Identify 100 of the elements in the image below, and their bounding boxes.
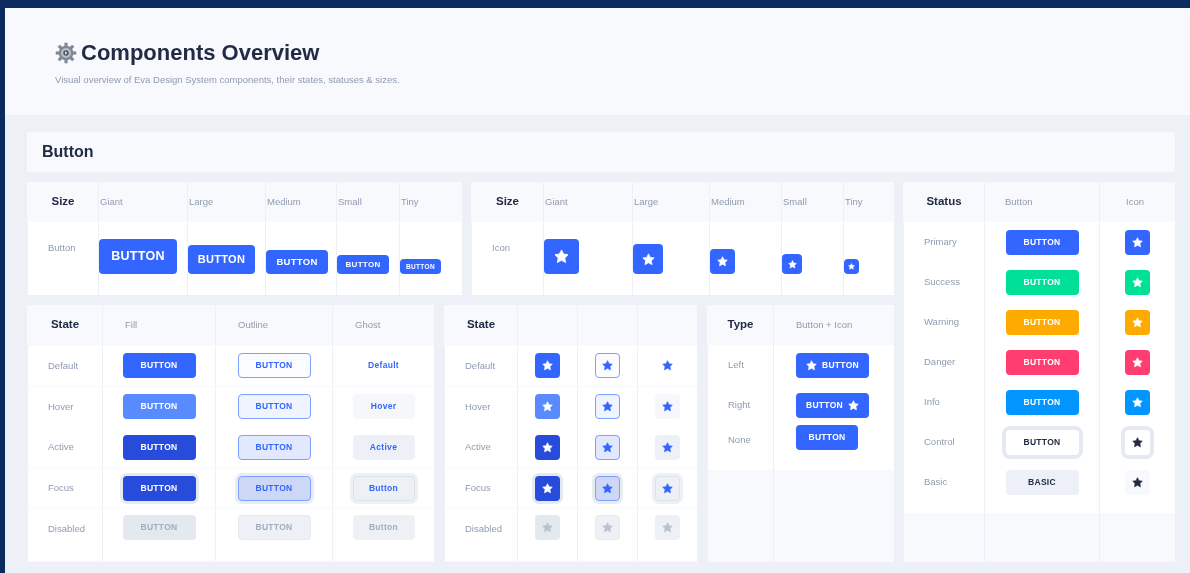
row-label: Active xyxy=(27,427,102,468)
page-title: Components Overview xyxy=(81,39,320,67)
button[interactable]: BUTTON xyxy=(796,352,869,378)
star-icon xyxy=(717,256,728,267)
star-button[interactable] xyxy=(535,394,560,420)
button[interactable]: BUTTON xyxy=(188,245,255,274)
star-icon xyxy=(662,442,673,453)
star-button[interactable] xyxy=(710,249,735,274)
star-button[interactable] xyxy=(1125,389,1150,415)
row-label: Left xyxy=(707,345,773,385)
star-button[interactable] xyxy=(1125,269,1150,295)
row-label: Button xyxy=(27,222,98,275)
button[interactable]: BUTTON xyxy=(122,394,196,420)
star-button[interactable] xyxy=(1125,229,1150,255)
button[interactable]: BUTTON xyxy=(122,435,196,460)
star-button[interactable] xyxy=(535,435,560,460)
row-label: Control xyxy=(903,422,984,462)
table-header: State xyxy=(49,317,81,333)
button[interactable]: BUTTON xyxy=(796,425,858,450)
button[interactable]: Active xyxy=(352,435,415,460)
row-label: Default xyxy=(27,345,102,386)
star-icon xyxy=(1132,476,1143,488)
star-button[interactable] xyxy=(1125,469,1150,495)
row-label: Hover xyxy=(27,386,102,427)
row-label: Hover xyxy=(444,386,517,427)
column-header: Outline xyxy=(215,305,332,345)
star-icon xyxy=(542,360,553,372)
row-label: Disabled xyxy=(27,509,102,562)
section-title: Button xyxy=(27,132,1175,172)
star-button[interactable] xyxy=(595,475,620,501)
row-label: Success xyxy=(903,262,984,302)
row-label: Primary xyxy=(903,222,984,262)
button[interactable]: BUTTON xyxy=(237,475,311,501)
button[interactable]: BUTTON xyxy=(237,353,311,379)
button[interactable]: BUTTON xyxy=(1005,229,1079,255)
star-icon xyxy=(848,263,855,270)
row-label: Focus xyxy=(444,468,517,509)
row-label: Info xyxy=(903,382,984,422)
star-button[interactable] xyxy=(655,394,680,420)
star-icon xyxy=(542,442,553,453)
star-icon xyxy=(1132,276,1143,288)
star-icon xyxy=(662,401,673,413)
star-button[interactable] xyxy=(1125,309,1150,335)
column-header: Fill xyxy=(102,305,215,345)
table-header: Size xyxy=(50,194,76,210)
row-label: Icon xyxy=(471,222,543,275)
button[interactable]: BUTTON xyxy=(266,250,328,274)
row-label: None xyxy=(707,425,773,470)
button[interactable]: BUTTON xyxy=(99,239,177,274)
star-icon xyxy=(662,360,673,372)
button[interactable]: BUTTON xyxy=(237,394,311,420)
row-label: Default xyxy=(444,345,517,386)
button[interactable]: BUTTON xyxy=(1005,349,1079,375)
star-icon xyxy=(1132,436,1143,448)
table-header: Type xyxy=(726,317,755,333)
star-button[interactable] xyxy=(595,353,620,379)
page-subtitle: Visual overview of Eva Design System components, their states, statuses & sizes. xyxy=(55,73,401,87)
star-icon xyxy=(1132,356,1143,368)
button[interactable]: BUTTON xyxy=(1005,389,1079,415)
star-icon xyxy=(1132,316,1143,328)
button[interactable]: BUTTON xyxy=(237,435,311,460)
star-button[interactable] xyxy=(535,475,560,501)
star-icon xyxy=(602,442,613,453)
star-icon xyxy=(805,359,817,371)
button[interactable]: BUTTON xyxy=(122,475,196,501)
star-button[interactable] xyxy=(544,239,579,274)
star-icon xyxy=(602,482,613,494)
star-button[interactable] xyxy=(844,259,859,274)
star-icon xyxy=(787,259,797,269)
row-label: Active xyxy=(444,427,517,468)
star-icon xyxy=(602,401,613,413)
table-header: State xyxy=(465,317,497,333)
star-button[interactable] xyxy=(595,394,620,420)
button[interactable]: Hover xyxy=(352,394,415,420)
row-label: Danger xyxy=(903,342,984,382)
star-button[interactable] xyxy=(535,353,560,379)
table-header: Status xyxy=(925,194,963,210)
row-label: Basic xyxy=(903,462,984,502)
button[interactable]: BUTTON xyxy=(122,353,196,379)
star-button[interactable] xyxy=(1125,349,1150,375)
star-icon xyxy=(602,522,613,534)
button[interactable]: BASIC xyxy=(1005,469,1079,495)
star-icon xyxy=(1132,236,1143,248)
gear-icon xyxy=(55,42,77,64)
star-button[interactable] xyxy=(782,254,802,274)
star-button[interactable] xyxy=(595,435,620,460)
button[interactable]: Button xyxy=(352,475,415,501)
star-icon xyxy=(1132,396,1143,408)
star-icon xyxy=(641,252,655,266)
star-icon xyxy=(542,482,553,494)
star-button[interactable] xyxy=(633,244,663,274)
table-header: Size xyxy=(495,194,520,210)
button[interactable]: BUTTON xyxy=(796,392,869,418)
star-icon xyxy=(662,482,673,494)
star-icon xyxy=(848,399,860,411)
star-button[interactable] xyxy=(655,435,680,460)
star-icon xyxy=(542,401,553,413)
row-label: Warning xyxy=(903,302,984,342)
button[interactable]: BUTTON xyxy=(337,255,389,274)
button[interactable]: Default xyxy=(352,353,415,379)
